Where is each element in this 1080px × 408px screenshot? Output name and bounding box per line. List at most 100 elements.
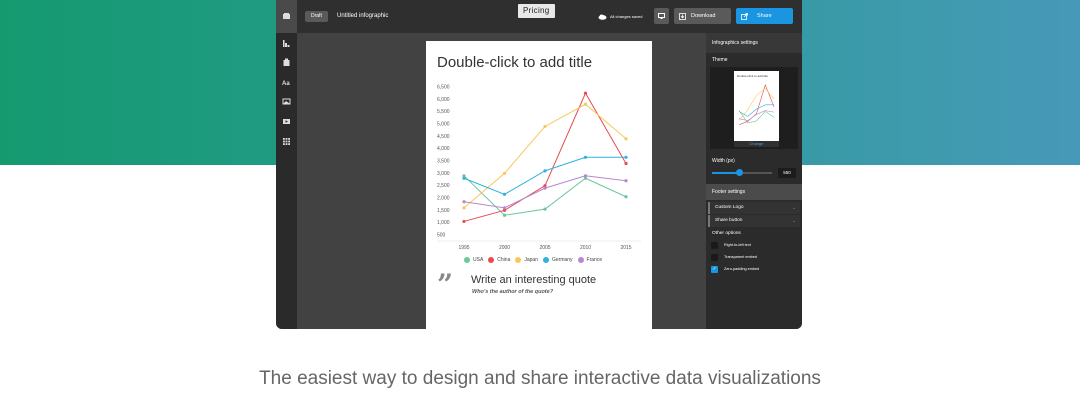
custom-logo-label: Custom Logo <box>715 205 744 210</box>
option-transparent-embed[interactable]: Transparent embed <box>711 253 757 261</box>
data-point-germany <box>543 169 547 173</box>
checkbox-checked[interactable]: ✓ <box>711 265 718 273</box>
data-point-france <box>624 179 628 183</box>
grid-icon[interactable] <box>281 136 292 147</box>
map-icon[interactable] <box>281 57 292 68</box>
legend-swatch <box>542 257 549 263</box>
data-point-japan <box>583 102 588 106</box>
share-label: Share <box>757 13 772 19</box>
y-tick-label: 1,500 <box>437 208 450 214</box>
pricing-tooltip[interactable]: Pricing <box>518 4 555 18</box>
data-point-china <box>462 219 466 224</box>
quote-icon: ” <box>437 268 454 301</box>
share-icon <box>741 12 748 20</box>
y-tick-label: 6,000 <box>437 97 450 103</box>
x-tick-label: 1995 <box>458 245 469 251</box>
chart-legend: USA China Japan Germany France <box>464 256 602 264</box>
quote-author[interactable]: Who's the author of the quote? <box>472 289 553 295</box>
infographic-canvas[interactable]: Double-click to add title 500 1,000 1,500 2… <box>426 41 652 329</box>
data-point-germany <box>583 155 588 159</box>
option-label: Zero-padding embed <box>724 267 760 271</box>
x-tick-label: 2015 <box>620 245 631 251</box>
data-point-japan <box>462 206 466 210</box>
theme-preview[interactable]: Double-click to add title Change <box>710 67 798 149</box>
text-icon[interactable]: Aa <box>281 77 292 88</box>
option-zero-padding-embed[interactable]: ✓ Zero-padding embed <box>711 265 759 273</box>
theme-thumbnail-chart <box>738 84 775 126</box>
settings-panel: Infographics settings Theme Double-click… <box>706 33 802 329</box>
line-chart[interactable]: 500 1,000 1,500 2,000 2,500 3,000 3,500 4,000 4,… <box>426 81 652 253</box>
legend-label: Germany <box>551 257 573 263</box>
data-point-japan <box>543 124 547 129</box>
theme-thumbnail: Double-click to add title <box>734 71 779 141</box>
option-label: Right-to-left text <box>724 243 751 247</box>
thumbnail-series-line <box>738 110 775 124</box>
chevron-down-icon: ⌄ <box>791 218 796 224</box>
y-tick-label: 6,500 <box>437 85 450 91</box>
data-point-usa <box>543 207 547 211</box>
data-point-china <box>624 161 628 166</box>
option-right-to-left[interactable]: Right-to-left text <box>711 241 751 249</box>
download-button[interactable]: Download <box>674 8 731 24</box>
data-point-japan <box>624 137 628 141</box>
width-input[interactable]: 550 <box>778 168 796 178</box>
x-tick-label: 2010 <box>580 245 591 251</box>
legend-swatch <box>464 257 470 263</box>
cloud-icon <box>598 14 607 20</box>
option-label: Transparent embed <box>724 255 757 259</box>
y-tick-label: 500 <box>437 233 446 239</box>
data-point-usa <box>624 195 628 199</box>
settings-title: Infographics settings <box>706 33 802 53</box>
theme-label: Theme <box>712 57 728 63</box>
data-point-germany <box>462 176 466 180</box>
custom-logo-dropdown[interactable]: Custom Logo ⌄ <box>708 202 800 214</box>
checkbox[interactable] <box>711 253 718 261</box>
tool-rail: Aa <box>276 0 297 329</box>
svg-text:Aa: Aa <box>282 81 290 87</box>
change-theme-button[interactable]: Change <box>734 141 779 147</box>
legend-swatch <box>515 257 522 263</box>
x-tick-label: 2000 <box>499 245 510 251</box>
legend-item-usa[interactable]: USA <box>464 257 483 263</box>
series-line-france <box>463 175 627 209</box>
video-icon[interactable] <box>281 116 292 127</box>
legend-item-germany[interactable]: Germany <box>542 257 573 263</box>
y-tick-label: 3,500 <box>437 159 450 165</box>
document-title[interactable]: Untitled infographic <box>337 11 388 22</box>
checkbox[interactable] <box>711 241 718 249</box>
editor-window: Aa Draft Untitled infographic Pricing Al… <box>276 0 802 329</box>
legend-label: USA <box>473 257 484 263</box>
x-tick-label: 2005 <box>539 245 550 251</box>
quote-text[interactable]: Write an interesting quote <box>471 274 596 286</box>
width-slider-handle[interactable] <box>735 169 743 176</box>
save-status-text: All changes saved <box>610 14 643 19</box>
monitor-icon <box>658 13 665 19</box>
data-point-france <box>462 200 466 204</box>
footer-settings-header[interactable]: Footer settings <box>706 184 802 200</box>
image-icon[interactable] <box>281 96 292 107</box>
series-line-japan <box>463 103 627 209</box>
data-point-china <box>583 91 588 95</box>
share-button-dropdown[interactable]: Share button ⌄ <box>708 215 800 227</box>
infographic-title[interactable]: Double-click to add title <box>437 54 592 71</box>
y-tick-label: 3,000 <box>437 171 450 177</box>
legend-item-france[interactable]: France <box>577 257 603 263</box>
download-icon <box>679 12 686 20</box>
preview-button[interactable] <box>654 8 669 24</box>
data-point-usa <box>502 213 507 217</box>
y-tick-label: 4,500 <box>437 134 450 140</box>
data-point-france <box>502 206 507 210</box>
thumbnail-series-line <box>738 110 775 121</box>
legend-item-china[interactable]: China <box>488 257 510 263</box>
width-slider-fill <box>712 172 739 174</box>
save-status: All changes saved <box>598 11 642 22</box>
chart-icon[interactable] <box>281 38 292 49</box>
legend-item-japan[interactable]: Japan <box>515 257 538 263</box>
home-button[interactable] <box>276 0 297 33</box>
download-label: Download <box>691 13 716 19</box>
y-tick-label: 2,000 <box>437 196 450 202</box>
legend-label: France <box>586 257 603 263</box>
share-button[interactable]: Share <box>736 8 793 24</box>
theme-thumbnail-title: Double-click to add title <box>737 74 769 78</box>
data-point-france <box>583 174 588 178</box>
